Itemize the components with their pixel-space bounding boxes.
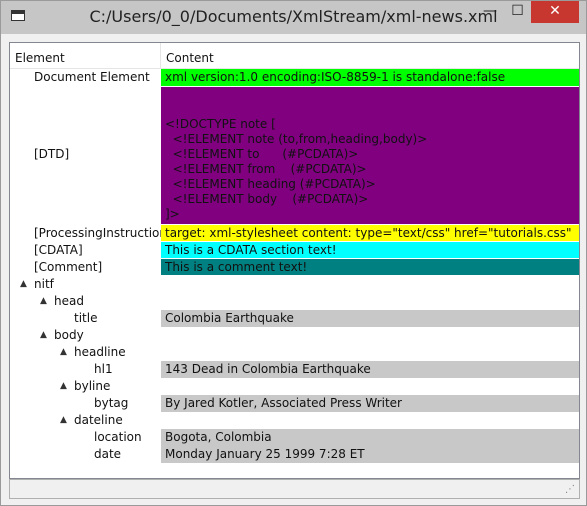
dtd-line: <!ELEMENT to (#PCDATA)>: [165, 147, 359, 161]
content-cell-document: xml version:1.0 encoding:ISO-8859-1 is s…: [161, 69, 579, 86]
dtd-line: <!ELEMENT body (#PCDATA)>: [165, 192, 369, 206]
tree-row-title[interactable]: title Colombia Earthquake: [10, 310, 579, 327]
close-button[interactable]: ✕: [531, 1, 579, 23]
element-label: date: [94, 447, 122, 461]
element-label: nitf: [34, 277, 54, 291]
element-label: location: [94, 430, 142, 444]
dtd-line: <!DOCTYPE note [: [165, 117, 276, 131]
expand-arrow-icon[interactable]: ▲: [60, 412, 67, 429]
element-label: body: [54, 328, 84, 342]
tree-row-byline[interactable]: ▲ byline: [10, 378, 579, 395]
content-cell-comment: This is a comment text!: [161, 259, 579, 275]
xml-tree-view[interactable]: Element Content Document Element xml ver…: [9, 42, 580, 479]
content-cell-date: Monday January 25 1999 7:28 ET: [161, 446, 579, 463]
element-label: [DTD]: [34, 147, 70, 161]
tree-row-headline[interactable]: ▲ headline: [10, 344, 579, 361]
tree-row-nitf[interactable]: ▲ nitf: [10, 276, 579, 293]
tree-header: Element Content: [10, 43, 579, 69]
element-label: hl1: [94, 362, 113, 376]
dtd-line: <!ELEMENT from (#PCDATA)>: [165, 162, 367, 176]
content-cell-dtd: <!DOCTYPE note [ <!ELEMENT note (to,from…: [161, 87, 579, 224]
tree-row-comment[interactable]: [Comment] This is a comment text!: [10, 259, 579, 275]
tree-row-bytag[interactable]: bytag By Jared Kotler, Associated Press …: [10, 395, 579, 412]
expand-arrow-icon[interactable]: ▲: [20, 276, 27, 293]
tree-row-processing-instruction[interactable]: [ProcessingInstruction] target: xml-styl…: [10, 225, 579, 241]
content-cell-location: Bogota, Colombia: [161, 429, 579, 446]
dtd-line: <!ELEMENT heading (#PCDATA)>: [165, 177, 376, 191]
minimize-button[interactable]: —: [476, 1, 504, 23]
element-label: title: [74, 311, 98, 325]
tree-row-body[interactable]: ▲ body: [10, 327, 579, 344]
content-cell-cdata: This is a CDATA section text!: [161, 242, 579, 258]
element-label: dateline: [74, 413, 123, 427]
expand-arrow-icon[interactable]: ▲: [40, 327, 47, 344]
element-label: Document Element: [34, 70, 150, 84]
content-cell-hl1: 143 Dead in Colombia Earthquake: [161, 361, 579, 378]
tree-row-head[interactable]: ▲ head: [10, 293, 579, 310]
element-label: head: [54, 294, 84, 308]
tree-row-location[interactable]: location Bogota, Colombia: [10, 429, 579, 446]
column-header-content[interactable]: Content: [161, 43, 579, 68]
element-label: [Comment]: [34, 260, 103, 274]
element-label: [ProcessingInstruction]: [34, 226, 172, 240]
element-label: bytag: [94, 396, 129, 410]
expand-arrow-icon[interactable]: ▲: [60, 344, 67, 361]
element-label: byline: [74, 379, 111, 393]
content-cell-bytag: By Jared Kotler, Associated Press Writer: [161, 395, 579, 412]
content-cell-pi: target: xml-stylesheet content: type="te…: [161, 225, 579, 241]
tree-row-cdata[interactable]: [CDATA] This is a CDATA section text!: [10, 242, 579, 258]
status-bar: ⋰: [9, 479, 580, 499]
content-cell-title: Colombia Earthquake: [161, 310, 579, 327]
main-window: C:/Users/0_0/Documents/XmlStream/xml-new…: [0, 0, 587, 506]
dtd-line: ]>: [165, 207, 180, 221]
element-label: [CDATA]: [34, 243, 83, 257]
expand-arrow-icon[interactable]: ▲: [40, 293, 47, 310]
tree-row-date[interactable]: date Monday January 25 1999 7:28 ET: [10, 446, 579, 463]
dtd-line: <!ELEMENT note (to,from,heading,body)>: [165, 132, 428, 146]
tree-row-dateline[interactable]: ▲ dateline: [10, 412, 579, 429]
tree-row-dtd[interactable]: [DTD] <!DOCTYPE note [ <!ELEMENT note (t…: [10, 87, 579, 224]
tree-row-hl1[interactable]: hl1 143 Dead in Colombia Earthquake: [10, 361, 579, 378]
title-bar[interactable]: C:/Users/0_0/Documents/XmlStream/xml-new…: [1, 1, 586, 34]
expand-arrow-icon[interactable]: ▲: [60, 378, 67, 395]
resize-grip-icon[interactable]: ⋰: [565, 484, 575, 495]
tree-row-document-element[interactable]: Document Element xml version:1.0 encodin…: [10, 69, 579, 86]
maximize-button[interactable]: ☐: [504, 1, 531, 23]
column-header-element[interactable]: Element: [10, 43, 160, 68]
element-label: headline: [74, 345, 126, 359]
